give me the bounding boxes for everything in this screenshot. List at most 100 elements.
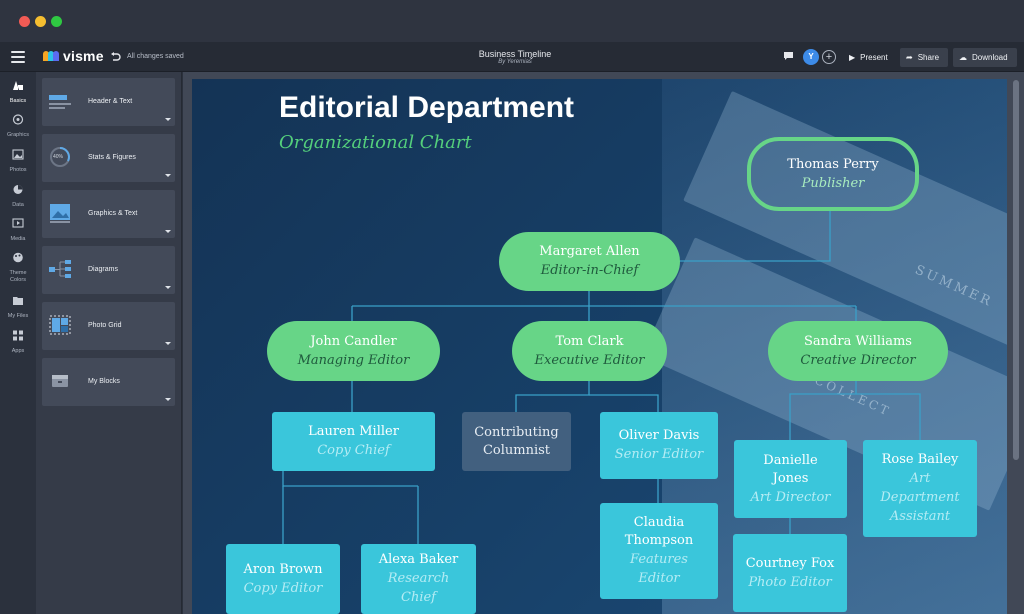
files-icon (13, 297, 23, 305)
node-role: Assistant (889, 509, 951, 524)
diagrams-icon (49, 260, 71, 278)
node-name: Margaret Allen (539, 244, 640, 259)
graphics-text-icon (50, 204, 70, 223)
block-card-photo-grid[interactable]: Photo Grid (42, 302, 175, 350)
block-card-graphics-text[interactable]: Graphics & Text (42, 190, 175, 238)
graphics-icon (12, 114, 24, 125)
cloud-download-icon: ☁ (959, 53, 967, 62)
download-button[interactable]: ☁ Download (953, 48, 1017, 67)
caret-down-icon[interactable] (165, 174, 171, 177)
rail-label: Colors (10, 277, 26, 283)
rail-label: My Files (7, 313, 29, 319)
menu-icon[interactable] (11, 51, 25, 63)
blocks-icon (52, 375, 68, 387)
node-role: Chief (401, 590, 436, 605)
document-title[interactable]: Business Timeline (430, 49, 600, 59)
block-card-label: Photo Grid (88, 322, 122, 329)
node-name: Claudia (633, 515, 685, 530)
node-art-department-assistant[interactable]: Rose Bailey Art Department Assistant (863, 440, 977, 537)
close-window-button[interactable] (19, 16, 30, 27)
node-name: John Candler (310, 333, 397, 349)
node-name: Lauren Miller (308, 424, 399, 439)
block-card-label: Header & Text (88, 98, 133, 105)
node-editor-in-chief[interactable]: Margaret Allen Editor-in-Chief (499, 232, 680, 291)
node-contributing-columnist[interactable]: Contributing Columnist (462, 412, 571, 471)
slide[interactable]: SUMMER COLLECT Editorial Department Orga… (192, 79, 1007, 614)
rail-item-data[interactable]: Data (0, 184, 36, 209)
rail-item-photos[interactable]: Photos (0, 149, 36, 174)
node-role: Editor-in-Chief (540, 263, 639, 278)
node-name: Aron Brown (243, 561, 323, 577)
node-role: Art (909, 471, 931, 486)
rail-label: Media (10, 236, 26, 242)
node-role: Features (630, 552, 688, 567)
comment-icon[interactable] (783, 51, 794, 61)
rail-item-graphics[interactable]: Graphics (0, 114, 36, 139)
block-card-label: Graphics & Text (88, 210, 138, 217)
rail-item-media[interactable]: Media (0, 218, 36, 243)
rail-item-my-files[interactable]: My Files (0, 295, 36, 320)
rail-label: Apps (11, 348, 25, 354)
add-collaborator-button[interactable]: + (822, 50, 836, 64)
caret-down-icon[interactable] (165, 118, 171, 121)
basics-icon (13, 81, 23, 90)
node-name: Sandra Williams (804, 333, 912, 349)
share-label: Share (917, 53, 940, 62)
node-managing-editor[interactable]: John Candler Managing Editor (267, 321, 440, 381)
caret-down-icon[interactable] (165, 230, 171, 233)
node-name: Rose Bailey (881, 452, 959, 467)
rail-item-theme-colors[interactable]: Theme Colors (0, 252, 36, 284)
caret-down-icon[interactable] (165, 398, 171, 401)
node-role: Senior Editor (614, 447, 704, 462)
rail-label: Basics (9, 98, 27, 104)
caret-down-icon[interactable] (165, 342, 171, 345)
minimize-window-button[interactable] (35, 16, 46, 27)
node-photo-editor[interactable]: Courtney Fox Photo Editor (733, 534, 847, 612)
maximize-window-button[interactable] (51, 16, 62, 27)
block-card-header-text[interactable]: Header & Text (42, 78, 175, 126)
node-name: Columnist (482, 442, 551, 458)
node-executive-editor[interactable]: Tom Clark Executive Editor (512, 321, 667, 381)
node-senior-editor[interactable]: Oliver Davis Senior Editor (600, 412, 718, 479)
rail-label: Data (12, 202, 24, 208)
undo-icon[interactable] (110, 52, 121, 62)
node-role: Department (880, 490, 960, 505)
connector-creative-artasst (856, 393, 921, 440)
share-arrow-icon: ➦ (906, 53, 913, 62)
connector-creative-artdir (789, 381, 857, 440)
node-features-editor[interactable]: Claudia Thompson Features Editor (600, 503, 718, 599)
canvas-scrollbar[interactable] (1013, 80, 1019, 460)
caret-down-icon[interactable] (165, 286, 171, 289)
play-icon: ▶ (849, 53, 856, 62)
node-publisher[interactable]: Thomas Perry Publisher (747, 137, 919, 211)
present-button[interactable]: ▶ Present (843, 48, 894, 67)
rail-item-basics[interactable]: Basics (0, 80, 36, 105)
node-art-director[interactable]: Danielle Jones Art Director (734, 440, 847, 518)
node-name: Danielle (763, 452, 818, 468)
connector-copychief-children (282, 486, 419, 544)
block-card-diagrams[interactable]: Diagrams (42, 246, 175, 294)
block-card-my-blocks[interactable]: My Blocks (42, 358, 175, 406)
share-button[interactable]: ➦ Share (900, 48, 948, 67)
block-card-stats-figures[interactable]: 40% Stats & Figures (42, 134, 175, 182)
connector-executive-columnist (515, 381, 590, 412)
node-role: Art Director (750, 489, 831, 505)
logo-text: visme (63, 48, 104, 64)
connector-copychief-bar (282, 471, 418, 487)
apps-icon (13, 330, 23, 341)
avatar[interactable]: Y (803, 49, 819, 65)
node-role: Research (387, 571, 450, 586)
node-copy-chief[interactable]: Lauren Miller Copy Chief (272, 412, 435, 471)
rail-item-apps[interactable]: Apps (0, 330, 36, 355)
connector-executive-senior (589, 394, 659, 412)
node-creative-director[interactable]: Sandra Williams Creative Director (768, 321, 948, 381)
node-research-chief[interactable]: Alexa Baker Research Chief (361, 544, 476, 614)
visme-logo[interactable]: visme (43, 48, 104, 64)
node-role: Creative Director (800, 352, 916, 368)
block-card-label: Diagrams (88, 266, 118, 273)
node-name: Thompson (624, 533, 694, 548)
node-copy-editor[interactable]: Aron Brown Copy Editor (226, 544, 340, 614)
node-role: Managing Editor (297, 352, 410, 368)
node-role: Editor (638, 571, 680, 586)
blocks-panel: Header & Text 40% Stats & Figures Graphi… (36, 72, 182, 614)
